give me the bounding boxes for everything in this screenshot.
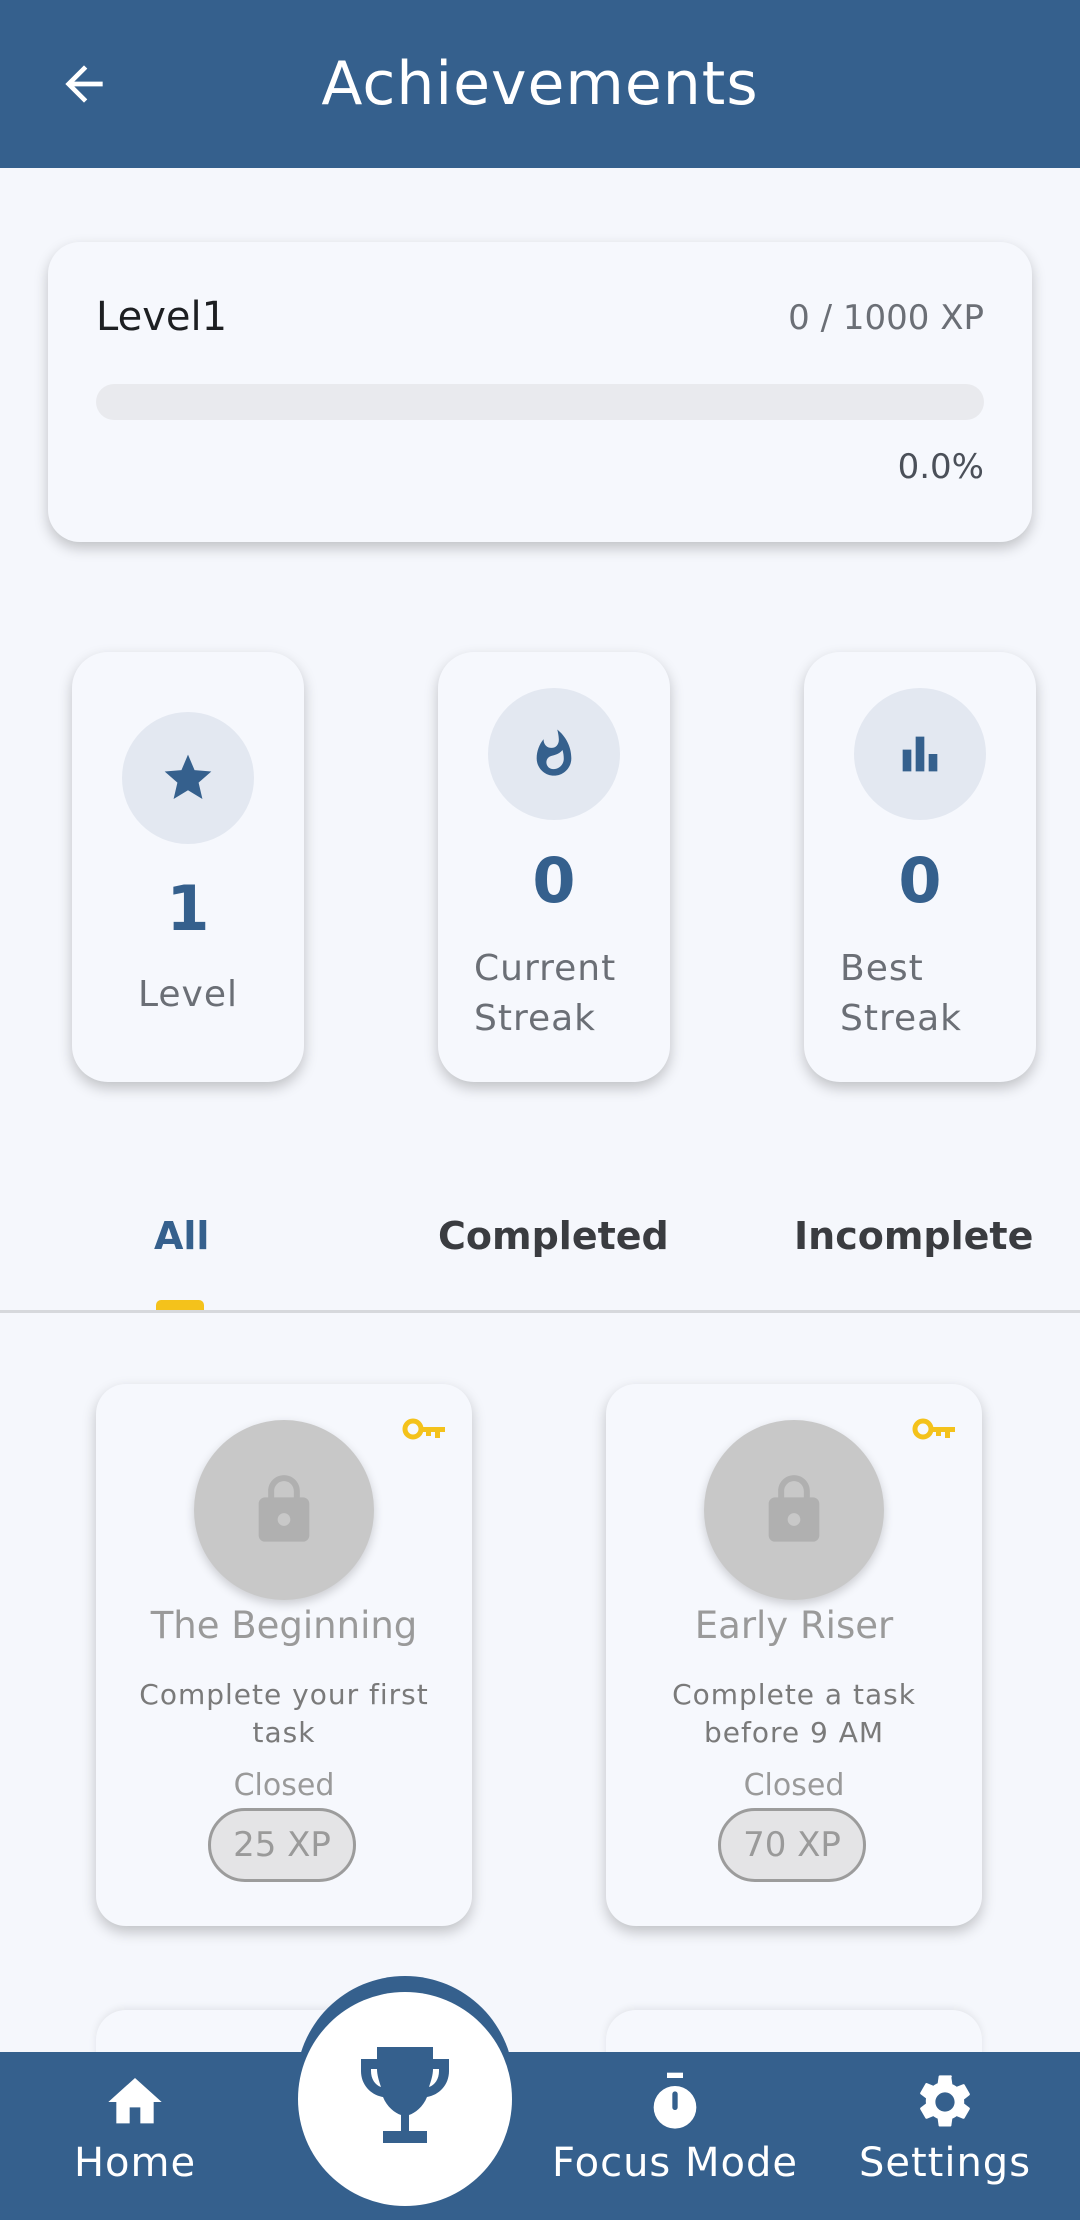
xp-counter: 0 / 1000 XP [788, 298, 984, 338]
bar-chart-icon [902, 736, 938, 772]
achievement-description: Complete your first task [139, 1678, 429, 1749]
home-icon [108, 2078, 162, 2124]
xp-badge: 70 XP [718, 1808, 866, 1882]
app-bar: Achievements [0, 0, 1080, 168]
stat-label: Level [137, 974, 239, 1015]
tab-incomplete[interactable]: Incomplete [794, 1214, 1033, 1258]
nav-focus-mode[interactable]: Focus Mode [540, 2070, 810, 2220]
xp-badge: 25 XP [208, 1808, 356, 1882]
achievement-description: Complete a task before 9 AM [672, 1678, 916, 1749]
stat-label-line: Best [840, 948, 924, 989]
achievement-title: The Beginning [150, 1604, 418, 1647]
key-icon [402, 1418, 445, 1440]
tab-completed[interactable]: Completed [438, 1214, 669, 1258]
achievement-badge [194, 1420, 374, 1600]
gear-icon [920, 2075, 970, 2127]
achievement-title: Early Riser [694, 1604, 894, 1647]
nav-home[interactable]: Home [60, 2070, 210, 2220]
stat-card-level: 1 Level [72, 652, 304, 1082]
lock-icon [258, 1475, 310, 1542]
stat-icon-circle [488, 688, 620, 820]
stopwatch-icon [653, 2072, 697, 2129]
stat-label-line: Current [474, 948, 617, 989]
xp-progress-bar [96, 384, 984, 420]
nav-label: Settings [858, 2140, 1032, 2186]
stat-label: Current Streak [474, 944, 616, 1044]
trophy-icon [361, 2047, 449, 2143]
level-progress-card: Level1 0 / 1000 XP 0.0% [48, 242, 1032, 542]
stat-value: 0 [898, 844, 942, 917]
stat-icon-circle [122, 712, 254, 844]
key-icon [912, 1418, 955, 1440]
stat-label-line: Streak [840, 998, 963, 1039]
stat-label-line: Streak [474, 998, 597, 1039]
stat-value: 0 [532, 844, 576, 917]
nav-label: Home [73, 2140, 197, 2186]
achievement-card[interactable]: The Beginning Complete your first task C… [96, 1384, 472, 1926]
achievement-status: Closed [233, 1768, 335, 1803]
nav-label: Focus Mode [552, 2140, 798, 2186]
stat-card-best-streak: 0 Best Streak [804, 652, 1036, 1082]
nav-achievements[interactable] [298, 1992, 512, 2206]
xp-percent: 0.0% [897, 447, 984, 487]
filter-tabs: All Completed Incomplete [0, 1180, 1080, 1313]
stat-card-current-streak: 0 Current Streak [438, 652, 670, 1082]
stat-label: Best Streak [840, 944, 962, 1044]
tab-indicator [156, 1300, 204, 1310]
stat-value: 1 [166, 872, 210, 945]
level-name: Level1 [96, 294, 228, 340]
achievement-badge [704, 1420, 884, 1600]
nav-settings[interactable]: Settings [850, 2070, 1040, 2220]
page-title: Achievements [321, 49, 759, 119]
tab-all[interactable]: All [154, 1214, 209, 1258]
achievement-status: Closed [743, 1768, 845, 1803]
stat-icon-circle [854, 688, 986, 820]
lock-icon [768, 1475, 820, 1542]
star-icon [164, 754, 212, 799]
flame-icon [536, 729, 572, 776]
achievement-card[interactable]: Early Riser Complete a task before 9 AM … [606, 1384, 982, 1926]
